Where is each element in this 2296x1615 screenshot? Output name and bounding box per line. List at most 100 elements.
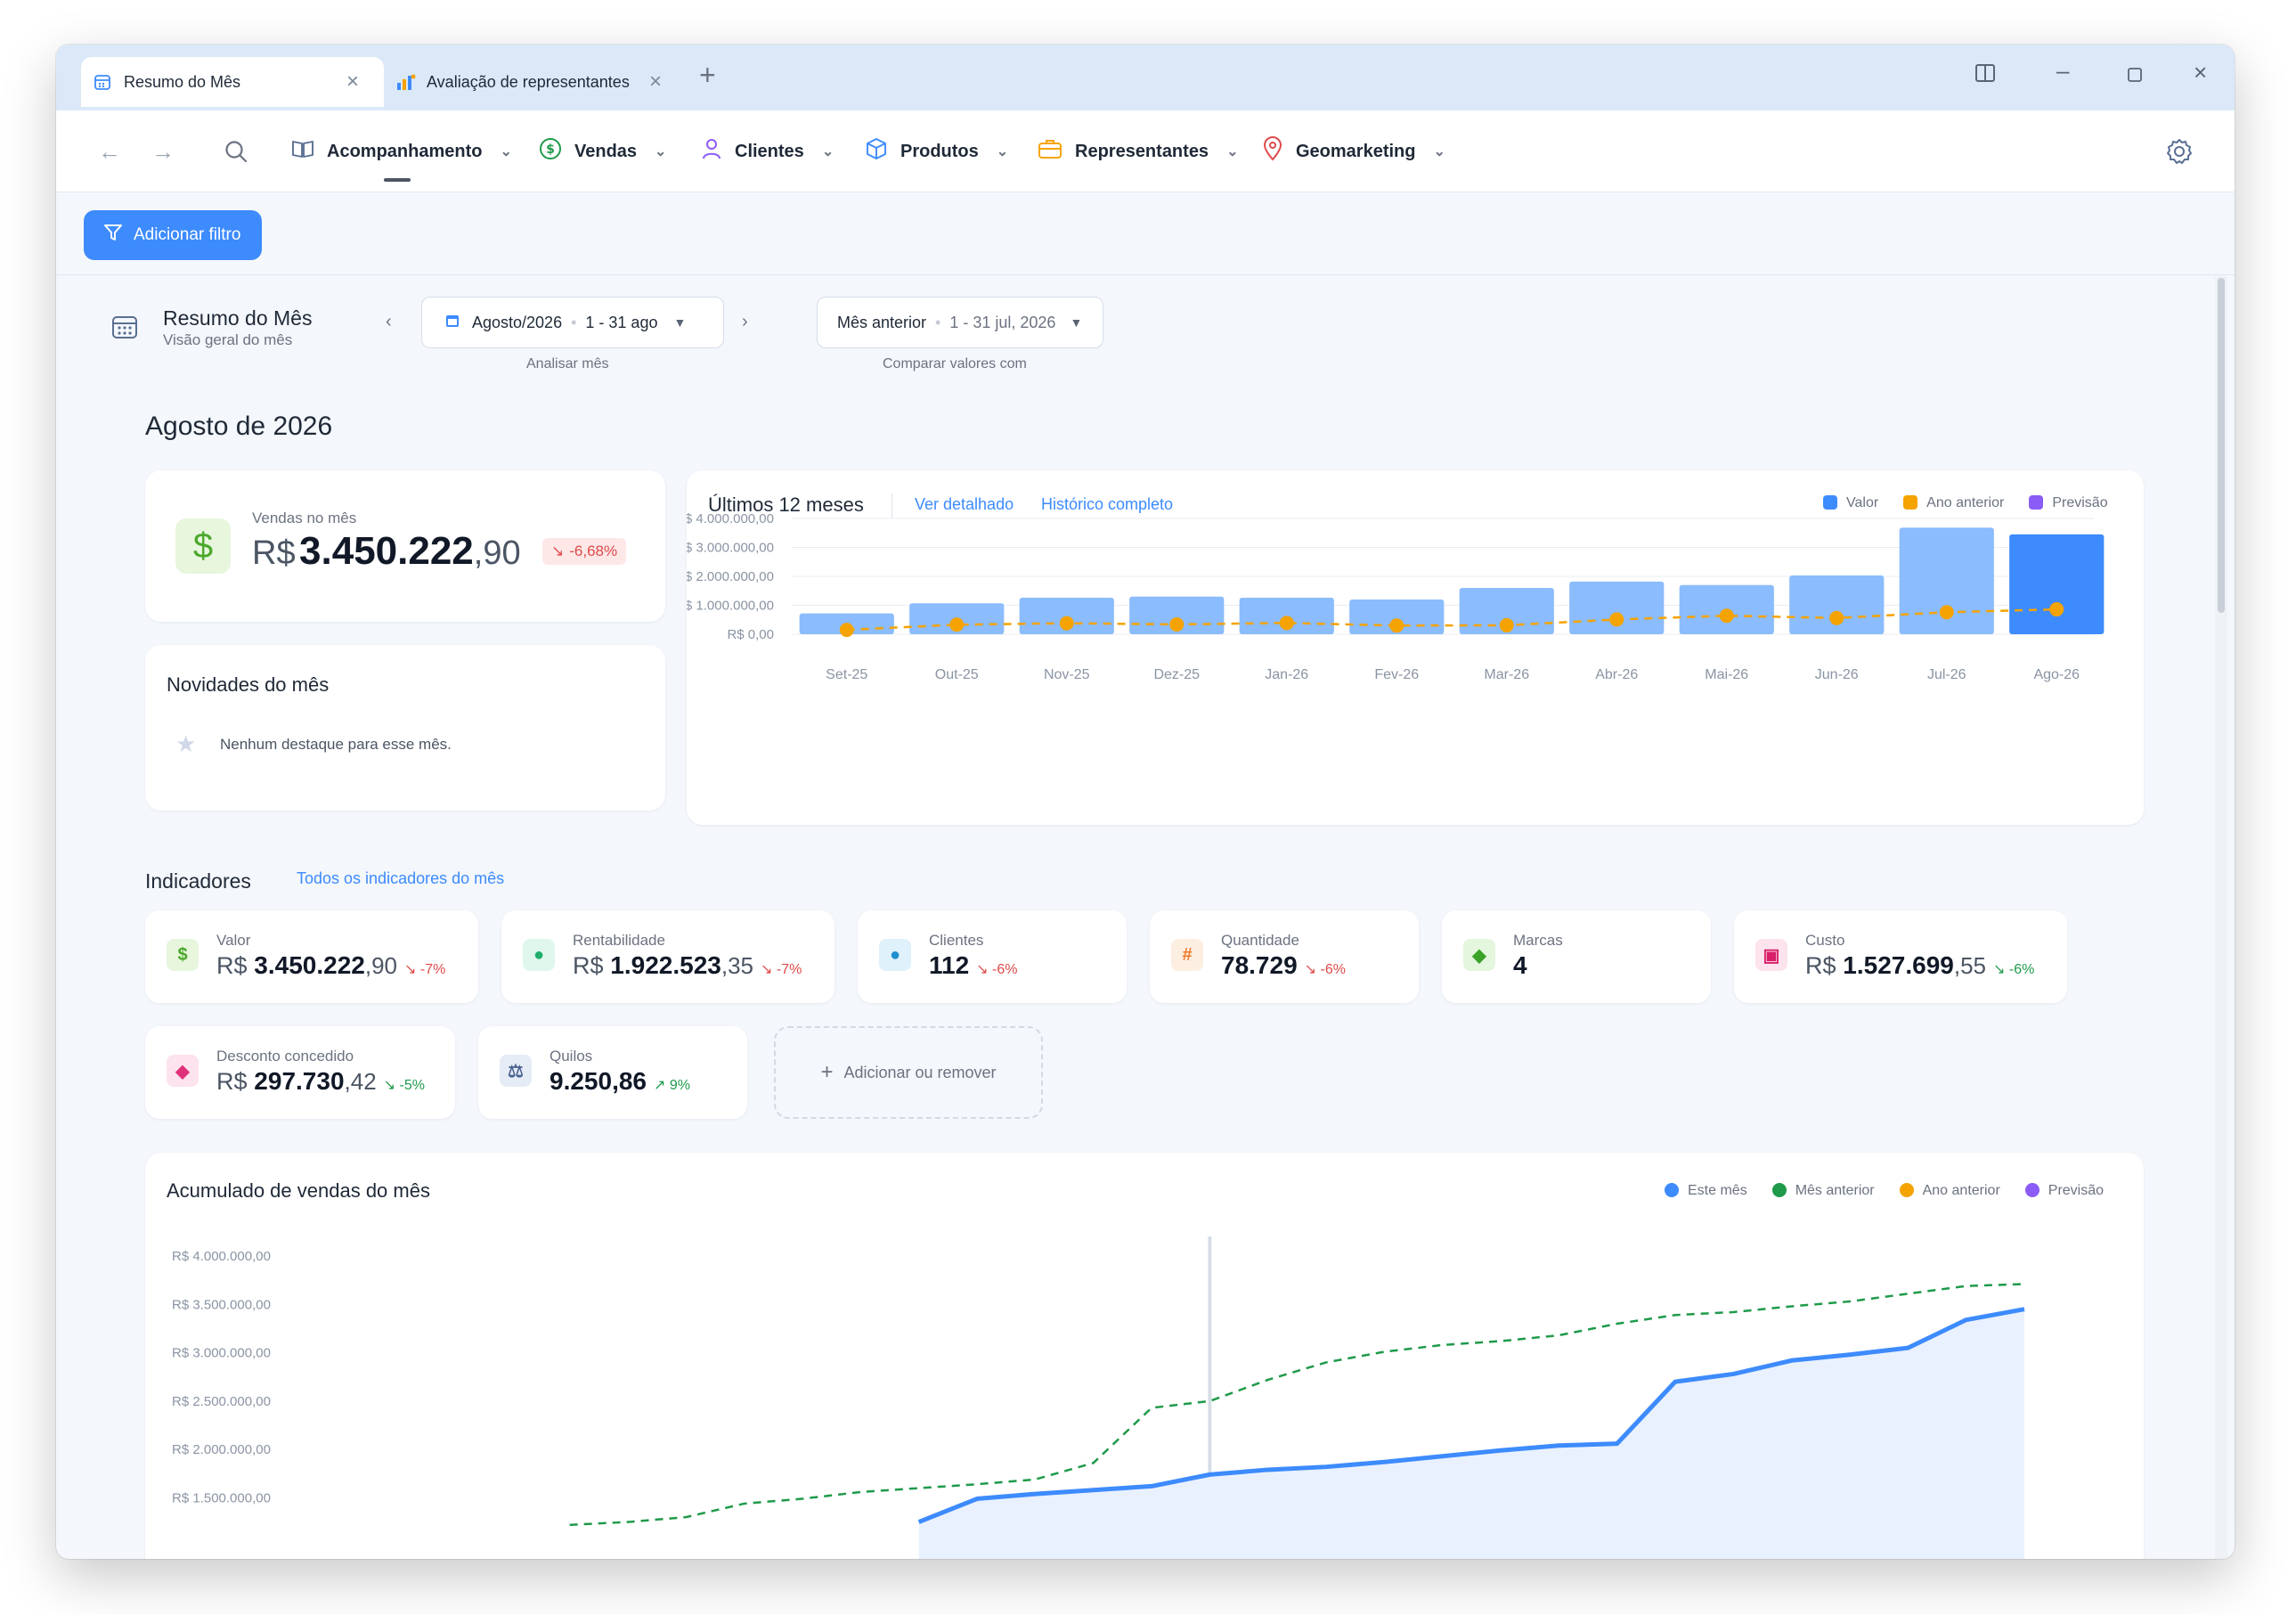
briefcase-icon <box>1038 138 1063 165</box>
gear-icon[interactable] <box>2163 135 2195 167</box>
indicator-card-valor[interactable]: $ Valor R$ 3.450.222,90 ↘ -7% <box>145 910 478 1003</box>
add-remove-indicators-button[interactable]: + Adicionar ou remover <box>774 1026 1043 1119</box>
divider <box>56 274 2235 275</box>
nav-clientes[interactable]: Clientes ⌄ <box>701 110 834 192</box>
page-title: Resumo do Mês <box>163 306 313 330</box>
nav-label: Vendas <box>574 141 638 161</box>
search-icon[interactable] <box>220 135 252 167</box>
bar <box>1789 575 1885 634</box>
accumulated-card: Acumulado de vendas do mês Este mês Mês … <box>145 1153 2144 1559</box>
analyze-month-select[interactable]: Agosto/2026 • 1 - 31 ago ▼ <box>421 297 724 348</box>
indicator-label: Quilos <box>550 1048 593 1064</box>
last12-card: Últimos 12 meses Ver detalhado Histórico… <box>687 470 2144 825</box>
caret-down-icon: ▼ <box>1070 315 1083 330</box>
y-tick-label: R$ 2.000.000,00 <box>687 569 774 584</box>
sales-value: R$ 3.450.222,90 <box>252 529 521 573</box>
prior-year-point <box>1279 616 1294 631</box>
y-tick-label: R$ 4.000.000,00 <box>172 1249 271 1264</box>
indicator-card-rentabilidade[interactable]: ● Rentabilidade R$ 1.922.523,35 ↘ -7% <box>501 910 835 1003</box>
analyze-caption: Analisar mês <box>526 356 609 371</box>
dollar-icon: $ <box>175 518 231 574</box>
x-tick-label: Jul-26 <box>1927 667 1966 682</box>
y-tick-label: R$ 3.000.000,00 <box>172 1346 271 1361</box>
indicator-card-desconto[interactable]: ◆ Desconto concedido R$ 297.730,42 ↘ -5% <box>145 1026 455 1119</box>
maximize-icon[interactable] <box>2126 62 2144 90</box>
indicator-card-marcas[interactable]: ◆ Marcas 4 <box>1442 910 1711 1003</box>
nav-label: Clientes <box>735 141 804 161</box>
chevron-down-icon: ⌄ <box>500 144 512 159</box>
tab-resumo-do-mes[interactable]: Resumo do Mês × <box>81 57 384 107</box>
nav-geomarketing[interactable]: Geomarketing ⌄ <box>1262 110 1445 192</box>
back-arrow-icon[interactable]: ← <box>94 135 126 167</box>
trend-down-icon: ↘ -5% <box>383 1078 425 1093</box>
trend-down-icon: ↘ -6% <box>1993 962 2035 977</box>
next-month-chevron-icon[interactable]: › <box>742 312 748 332</box>
news-title: Novidades do mês <box>167 673 330 696</box>
trend-down-icon: ↘ -6% <box>1304 962 1346 977</box>
app-window: Resumo do Mês × Avaliação de representan… <box>56 45 2235 1559</box>
y-tick-label: R$ 1.500.000,00 <box>172 1490 271 1505</box>
compare-select[interactable]: Mês anterior • 1 - 31 jul, 2026 ▼ <box>817 297 1103 348</box>
nav-label: Produtos <box>900 141 979 161</box>
prior-year-point <box>839 623 854 638</box>
indicator-card-quilos[interactable]: ⚖ Quilos 9.250,86 ↗ 9% <box>478 1026 747 1119</box>
nav-vendas[interactable]: $ Vendas ⌄ <box>539 110 666 192</box>
add-filter-button[interactable]: Adicionar filtro <box>84 210 262 260</box>
indicator-value: 9.250,86 ↗ 9% <box>550 1067 690 1095</box>
indicator-card-custo[interactable]: ▣ Custo R$ 1.527.699,55 ↘ -6% <box>1734 910 2067 1003</box>
star-icon: ★ <box>175 730 197 757</box>
scrollbar-thumb[interactable] <box>2218 278 2225 613</box>
news-card: Novidades do mês ★ Nenhum destaque para … <box>145 645 665 811</box>
x-tick-label: Abr-26 <box>1595 667 1638 682</box>
x-tick-label: Jun-26 <box>1815 667 1859 682</box>
prior-year-point <box>1719 608 1734 624</box>
indicator-label: Custo <box>1805 932 1845 949</box>
dollar-icon: $ <box>167 939 199 971</box>
new-tab-plus-icon[interactable]: + <box>699 59 716 92</box>
compare-caption: Comparar valores com <box>883 356 1027 371</box>
indicator-label: Quantidade <box>1221 932 1299 949</box>
close-tab-icon[interactable]: × <box>346 69 359 94</box>
indicator-card-clientes[interactable]: ● Clientes 112 ↘ -6% <box>858 910 1127 1003</box>
close-tab-icon[interactable]: × <box>649 69 662 94</box>
dollar-circle-icon: $ <box>539 137 562 166</box>
plus-icon: + <box>820 1060 834 1084</box>
indicator-value: 4 <box>1513 951 1527 979</box>
user-icon <box>701 137 722 166</box>
prior-year-point <box>1389 618 1404 633</box>
y-tick-label: R$ 1.000.000,00 <box>687 599 774 614</box>
y-tick-label: R$ 3.500.000,00 <box>172 1297 271 1312</box>
trend-down-icon: ↘ -7% <box>404 962 446 977</box>
user-icon: ● <box>879 939 911 971</box>
indicator-value: R$ 1.527.699,55 ↘ -6% <box>1805 951 2035 979</box>
hash-icon: # <box>1171 939 1203 971</box>
prior-year-point <box>949 617 965 632</box>
close-window-icon[interactable]: × <box>2194 59 2207 86</box>
money-bag-icon: ● <box>523 939 555 971</box>
box-icon <box>865 137 888 166</box>
calendar-icon <box>94 73 111 95</box>
tab-label: Avaliação de representantes <box>427 72 630 91</box>
bar <box>2009 534 2105 634</box>
bar-chart-icon <box>396 73 416 95</box>
all-indicators-link[interactable]: Todos os indicadores do mês <box>297 869 504 888</box>
nav-produtos[interactable]: Produtos ⌄ <box>865 110 1008 192</box>
split-view-icon[interactable] <box>1974 62 1996 90</box>
indicator-value: 112 ↘ -6% <box>929 951 1018 979</box>
prev-month-chevron-icon[interactable]: ‹ <box>386 312 392 332</box>
chevron-down-icon: ⌄ <box>821 144 835 159</box>
tab-avaliacao-representantes[interactable]: Avaliação de representantes × <box>391 57 676 107</box>
y-tick-label: R$ 4.000.000,00 <box>687 511 774 526</box>
indicator-label: Marcas <box>1513 932 1563 949</box>
indicator-card-quantidade[interactable]: # Quantidade 78.729 ↘ -6% <box>1150 910 1419 1003</box>
calendar-grid-icon <box>111 314 138 345</box>
forward-arrow-icon[interactable]: → <box>147 135 179 167</box>
this-month-area <box>918 1309 2024 1559</box>
prior-year-point <box>1169 616 1185 632</box>
trend-down-icon: ↘ -7% <box>761 962 802 977</box>
analyze-range-value: 1 - 31 ago <box>585 313 658 331</box>
tab-bar: Resumo do Mês × Avaliação de representan… <box>56 45 2235 110</box>
nav-representantes[interactable]: Representantes ⌄ <box>1038 110 1238 192</box>
indicators-title: Indicadores <box>145 869 251 893</box>
minimize-icon[interactable]: – <box>2056 57 2069 85</box>
